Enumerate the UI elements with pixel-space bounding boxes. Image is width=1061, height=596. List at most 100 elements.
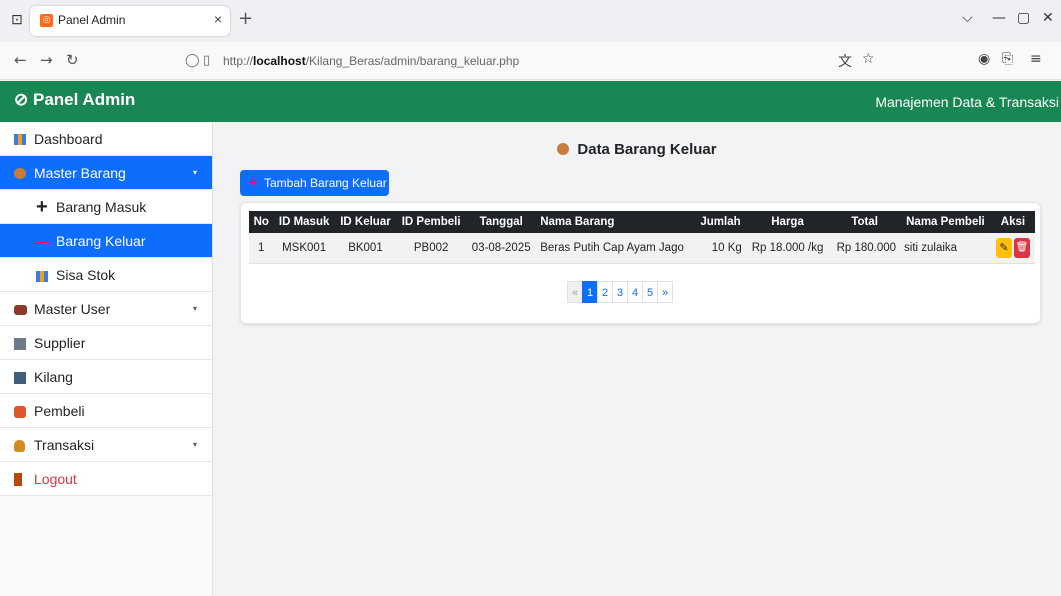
account-icon[interactable]: ◉ xyxy=(978,51,990,67)
minus-icon: — xyxy=(36,233,50,249)
reload-icon[interactable]: ↻ xyxy=(66,51,79,69)
chevron-down-icon[interactable]: ⌵ xyxy=(962,10,973,26)
col-no: No xyxy=(249,211,274,233)
people-icon xyxy=(14,292,27,326)
box-icon xyxy=(557,143,570,155)
pagination: « 1 2 3 4 5 » xyxy=(567,281,673,303)
pagination-page-4[interactable]: 4 xyxy=(627,281,643,303)
sidebar-item-barang-keluar[interactable]: — Barang Keluar xyxy=(0,224,212,258)
bookmark-star-icon[interactable]: ☆ xyxy=(862,51,875,67)
pagination-prev[interactable]: « xyxy=(567,281,583,303)
col-jumlah: Jumlah xyxy=(695,211,746,233)
restore-icon[interactable]: ▢ xyxy=(1017,10,1030,26)
sidebar: Dashboard Master Barang ▾ + Barang Masuk… xyxy=(0,122,213,596)
trash-icon[interactable]: 🗑 xyxy=(1013,237,1030,258)
cell-id-masuk: MSK001 xyxy=(273,233,335,264)
url-bar[interactable]: ◯ ▯ http://localhost/Kilang_Beras/admin/… xyxy=(185,50,885,72)
sidebar-item-transaksi[interactable]: Transaksi ▾ xyxy=(0,428,212,462)
minimize-icon[interactable]: — xyxy=(992,10,1006,26)
col-nama-barang: Nama Barang xyxy=(536,211,696,233)
sidebar-item-barang-masuk[interactable]: + Barang Masuk xyxy=(0,190,212,224)
back-icon[interactable]: ← xyxy=(14,51,27,69)
pagination-page-3[interactable]: 3 xyxy=(612,281,628,303)
page-title: Data Barang Keluar xyxy=(213,141,1061,158)
translate-icon[interactable]: 文 xyxy=(838,51,852,71)
sidebar-item-sisa-stok[interactable]: Sisa Stok xyxy=(0,258,212,292)
couple-icon xyxy=(14,394,26,428)
bar-chart-icon xyxy=(36,258,48,292)
money-bag-icon xyxy=(14,428,25,462)
pagination-page-5[interactable]: 5 xyxy=(642,281,658,303)
add-button-label: Tambah Barang Keluar xyxy=(264,176,387,190)
plus-icon: + xyxy=(36,196,48,218)
cell-nama-pembeli: siti zulaika xyxy=(900,233,991,264)
sidebar-item-master-barang[interactable]: Master Barang ▾ xyxy=(0,156,212,190)
caret-down-icon: ▾ xyxy=(193,440,198,449)
cell-id-keluar: BK001 xyxy=(334,233,397,264)
col-nama-pembeli: Nama Pembeli xyxy=(900,211,991,233)
sidebar-item-pembeli[interactable]: Pembeli xyxy=(0,394,212,428)
col-tanggal: Tanggal xyxy=(466,211,537,233)
sidebar-item-label: Logout xyxy=(34,471,77,487)
barang-keluar-table: No ID Masuk ID Keluar ID Pembeli Tanggal… xyxy=(249,211,1035,264)
menu-icon[interactable]: ≡ xyxy=(1030,51,1042,67)
cell-harga: Rp 18.000 /kg xyxy=(745,233,830,264)
sidebar-item-label: Master Barang xyxy=(34,165,126,181)
browser-tab[interactable]: ◎ Panel Admin × xyxy=(30,6,230,36)
new-tab-icon[interactable]: + xyxy=(238,8,253,29)
shield-icon: ◯ xyxy=(185,53,200,68)
sidebar-item-kilang[interactable]: Kilang xyxy=(0,360,212,394)
pagination-next[interactable]: » xyxy=(657,281,673,303)
sidebar-item-logout[interactable]: Logout xyxy=(0,462,212,496)
data-card: No ID Masuk ID Keluar ID Pembeli Tanggal… xyxy=(240,202,1041,324)
col-harga: Harga xyxy=(745,211,830,233)
app-header: ⊘ Panel Admin Manajemen Data & Transaksi xyxy=(0,81,1061,122)
col-total: Total xyxy=(829,211,901,233)
sidebar-item-label: Sisa Stok xyxy=(56,267,116,283)
cell-nama-barang: Beras Putih Cap Ayam Jago xyxy=(536,233,696,264)
forward-icon[interactable]: → xyxy=(40,51,53,69)
table-row: 1 MSK001 BK001 PB002 03-08-2025 Beras Pu… xyxy=(249,233,1035,264)
plus-icon: + xyxy=(249,174,258,191)
pagination-page-1[interactable]: 1 xyxy=(582,281,598,303)
sidebar-menu: Dashboard Master Barang ▾ + Barang Masuk… xyxy=(0,122,212,496)
factory-icon xyxy=(14,326,26,360)
brand[interactable]: ⊘ Panel Admin xyxy=(14,90,135,110)
cell-no: 1 xyxy=(249,233,274,264)
sidebar-item-label: Transaksi xyxy=(34,437,95,453)
sidebar-item-label: Master User xyxy=(34,301,111,317)
dashboard-gauge-icon: ⊘ xyxy=(14,90,29,109)
sidebar-item-master-user[interactable]: Master User ▾ xyxy=(0,292,212,326)
main-content: Data Barang Keluar + Tambah Barang Kelua… xyxy=(213,122,1061,596)
url-text: http://localhost/Kilang_Beras/admin/bara… xyxy=(223,54,520,68)
header-subtitle: Manajemen Data & Transaksi xyxy=(875,94,1059,110)
sidebar-item-label: Supplier xyxy=(34,335,86,351)
pagination-page-2[interactable]: 2 xyxy=(597,281,613,303)
cell-total: Rp 180.000 xyxy=(829,233,901,264)
sidebar-item-label: Kilang xyxy=(34,369,73,385)
extensions-icon[interactable]: ⎘ xyxy=(1002,51,1013,67)
sidebar-item-label: Dashboard xyxy=(34,131,103,147)
tab-close-icon[interactable]: × xyxy=(214,11,222,27)
sidebar-item-dashboard[interactable]: Dashboard xyxy=(0,122,212,156)
bar-chart-icon xyxy=(14,122,26,156)
cell-tanggal: 03-08-2025 xyxy=(466,233,537,264)
col-aksi: Aksi xyxy=(990,211,1035,233)
caret-down-icon: ▾ xyxy=(193,168,198,177)
favicon-icon: ◎ xyxy=(40,14,53,27)
sidebar-item-supplier[interactable]: Supplier xyxy=(0,326,212,360)
page-icon: ▯ xyxy=(203,53,211,68)
edit-icon[interactable]: ✎ xyxy=(995,237,1012,258)
cell-jumlah: 10 Kg xyxy=(695,233,746,264)
sidebar-item-label: Barang Keluar xyxy=(56,233,146,249)
col-id-masuk: ID Masuk xyxy=(273,211,335,233)
close-window-icon[interactable]: ✕ xyxy=(1042,10,1054,26)
cell-id-pembeli: PB002 xyxy=(396,233,467,264)
add-barang-keluar-button[interactable]: + Tambah Barang Keluar xyxy=(240,170,389,196)
box-icon xyxy=(14,156,26,190)
books-icon xyxy=(14,360,26,394)
tab-title: Panel Admin xyxy=(58,13,126,27)
caret-down-icon: ▾ xyxy=(193,304,198,313)
tab-list-icon[interactable]: ⊡ xyxy=(8,10,26,28)
browser-nav-bar: ← → ↻ ◯ ▯ http://localhost/Kilang_Beras/… xyxy=(0,42,1061,80)
